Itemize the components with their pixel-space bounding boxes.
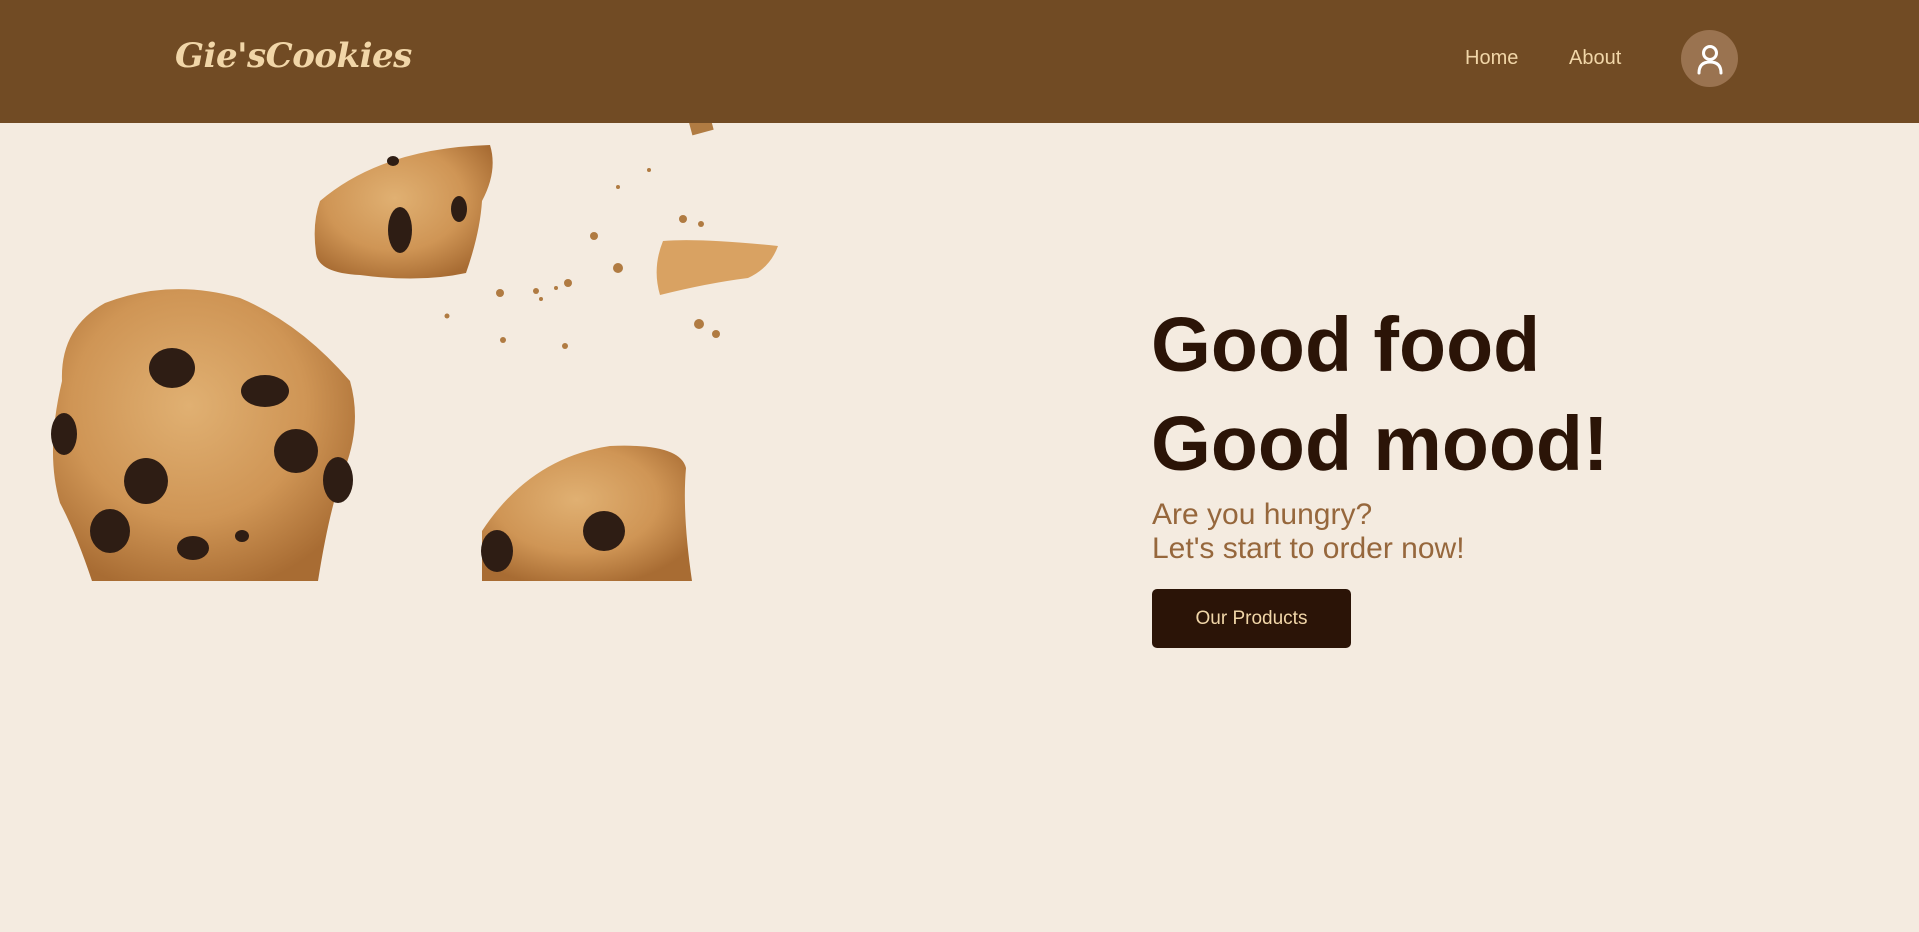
headline-line-2: Good mood!	[1151, 401, 1609, 487]
subtitle-line-1: Are you hungry?	[1152, 498, 1373, 531]
brand-logo[interactable]: Gie'sCookies	[175, 36, 412, 76]
headline-line-1: Good food	[1151, 302, 1541, 388]
nav-about-link[interactable]: About	[1569, 47, 1621, 70]
nav-home-link[interactable]: Home	[1465, 47, 1518, 70]
broken-cookies-illustration	[51, 123, 778, 581]
our-products-button[interactable]: Our Products	[1152, 589, 1351, 648]
top-navbar: Gie'sCookies Home About	[0, 0, 1919, 123]
subtitle-line-2: Let's start to order now!	[1152, 532, 1465, 565]
user-icon	[1697, 44, 1722, 74]
profile-button[interactable]	[1681, 30, 1738, 87]
